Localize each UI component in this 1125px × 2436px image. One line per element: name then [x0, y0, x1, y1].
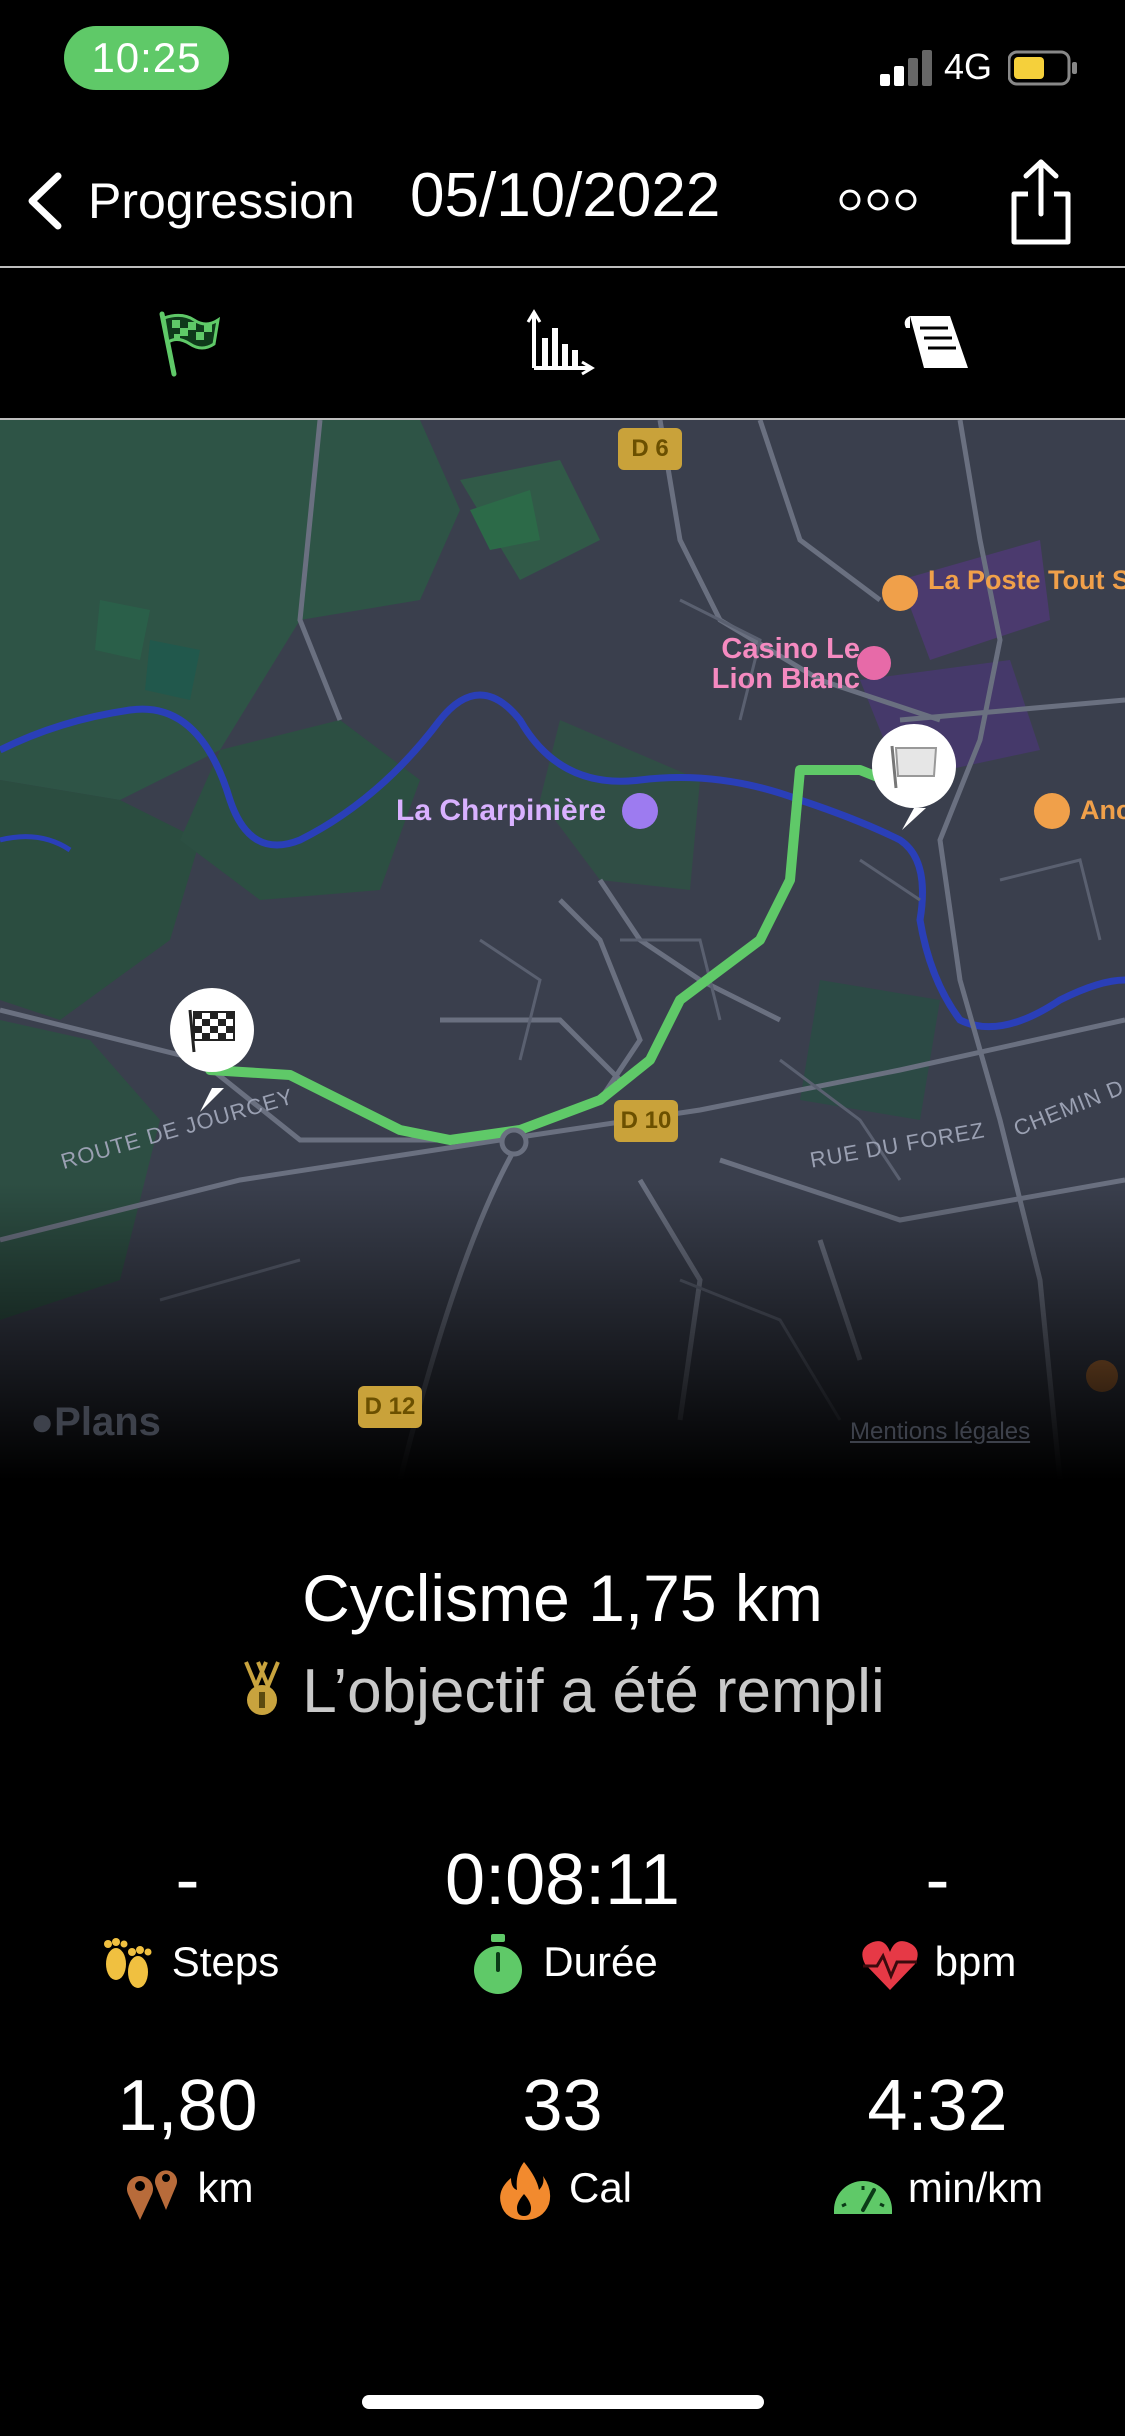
- share-icon[interactable]: [1008, 158, 1074, 248]
- road-badge-d12: D 12: [358, 1386, 422, 1428]
- poi-partial[interactable]: Anc: [1080, 795, 1125, 825]
- maps-attribution: ●Plans: [30, 1400, 161, 1445]
- pace-value: 4:32: [867, 2066, 1008, 2146]
- route-map[interactable]: La Poste Tout Simplement Casino Le Lion …: [0, 420, 1125, 1480]
- tab-notes[interactable]: [902, 308, 972, 378]
- notes-icon: [904, 316, 968, 368]
- distance-label: km: [197, 2164, 254, 2212]
- stat-pace: 4:32 min/km: [750, 2066, 1125, 2222]
- apple-logo-icon: ●: [30, 1400, 55, 1444]
- tab-charts[interactable]: [526, 308, 596, 378]
- tab-route[interactable]: [152, 308, 222, 378]
- stat-duration: 0:08:11 Durée: [375, 1840, 750, 1996]
- calories-label: Cal: [568, 2164, 633, 2212]
- stat-calories: 33 Cal: [375, 2066, 750, 2222]
- home-indicator[interactable]: [362, 2395, 764, 2409]
- chevron-left-icon[interactable]: [22, 170, 66, 232]
- signal-icon: [880, 50, 932, 86]
- status-bar: 10:25 4G: [0, 0, 1125, 120]
- speedometer-icon: [833, 2181, 892, 2214]
- stat-steps: - Steps: [0, 1840, 375, 1996]
- checkered-flag-icon: [159, 311, 221, 377]
- flame-icon: [500, 2162, 551, 2220]
- bar-chart-icon: [526, 309, 595, 376]
- location-pins-icon: [126, 2170, 177, 2220]
- steps-value: -: [175, 1840, 200, 1920]
- road-badge-d10: D 10: [614, 1100, 678, 1142]
- calories-value: 33: [522, 2066, 603, 2146]
- duration-value: 0:08:11: [445, 1840, 680, 1920]
- road-badge-d6: D 6: [618, 428, 682, 470]
- maps-attribution-label: Plans: [54, 1400, 161, 1444]
- back-button[interactable]: Progression: [88, 172, 355, 230]
- goal-status: L’objectif a été rempli: [0, 1656, 1125, 1727]
- heart-rate-icon: [861, 1941, 918, 1990]
- pace-label: min/km: [907, 2164, 1044, 2212]
- activity-title: Cyclisme 1,75 km: [302, 1561, 823, 1635]
- more-icon[interactable]: [838, 188, 918, 212]
- network-label: 4G: [944, 46, 993, 87]
- medal-icon: [244, 1661, 281, 1715]
- stat-heart-rate: - bpm: [750, 1840, 1125, 1996]
- stopwatch-icon: [474, 1934, 523, 1994]
- status-time: 10:25: [64, 26, 229, 90]
- tab-bar: [0, 268, 1125, 420]
- stat-distance: 1,80 km: [0, 2066, 375, 2222]
- battery-icon: [1008, 50, 1077, 86]
- heart-rate-value: -: [925, 1840, 950, 1920]
- heart-rate-label: bpm: [934, 1938, 1017, 1986]
- poi-charpiniere[interactable]: La Charpinière: [396, 794, 606, 828]
- page-title: 05/10/2022: [410, 161, 721, 230]
- duration-label: Durée: [543, 1938, 658, 1986]
- distance-value: 1,80: [117, 2066, 258, 2146]
- poi-la-poste[interactable]: La Poste Tout Simplement: [928, 565, 1125, 595]
- goal-label: L’objectif a été rempli: [302, 1657, 885, 1726]
- footprints-icon: [103, 1938, 152, 1988]
- steps-label: Steps: [171, 1938, 280, 1986]
- poi-casino[interactable]: Casino Le Lion Blanc: [690, 634, 860, 694]
- navigation-bar: Progression 05/10/2022: [0, 130, 1125, 268]
- legal-link[interactable]: Mentions légales: [850, 1418, 1030, 1446]
